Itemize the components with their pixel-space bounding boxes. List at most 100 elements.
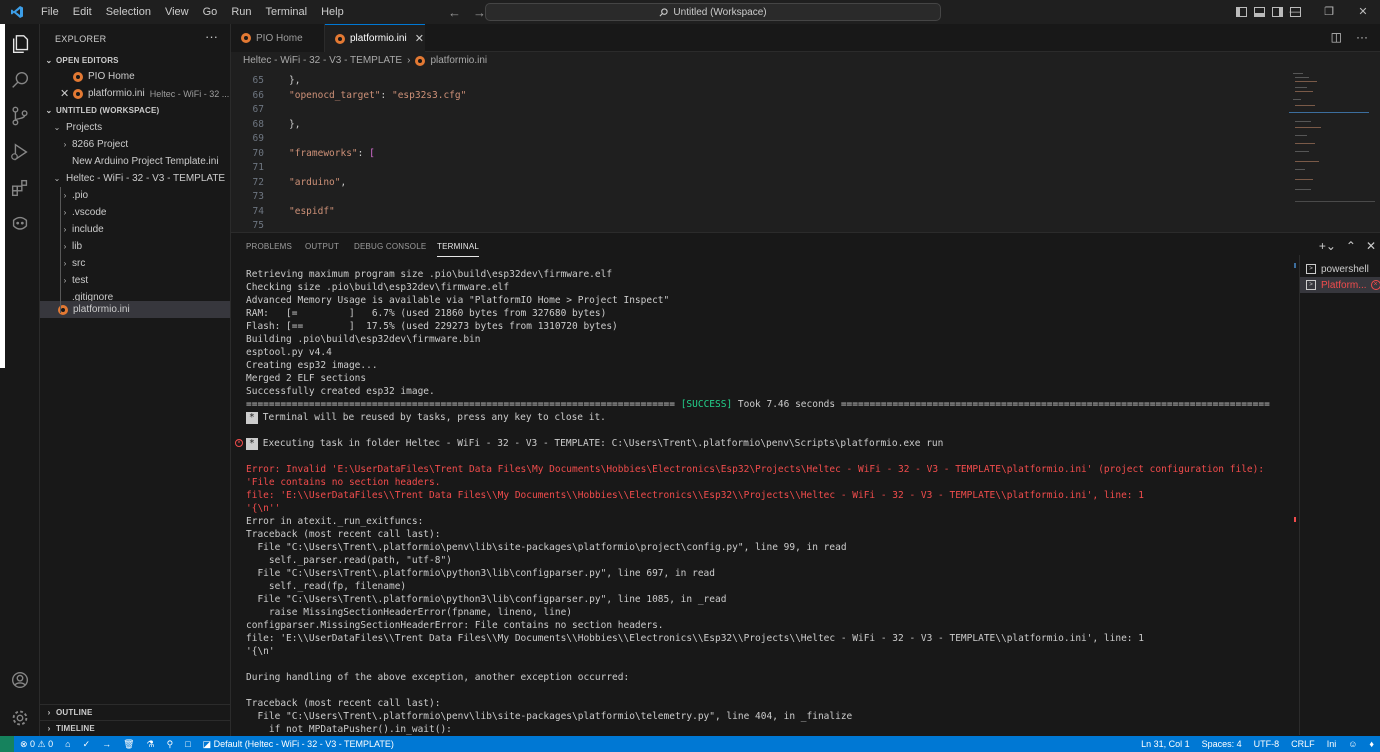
menu-go[interactable]: Go	[196, 0, 225, 24]
json-key: "openocd_target"	[289, 90, 381, 101]
accounts-icon[interactable]	[0, 662, 40, 698]
menu-file[interactable]: File	[34, 0, 66, 24]
terminal-line: File "C:\Users\Trent\.platformio\penv\li…	[246, 711, 853, 722]
problems-status[interactable]: ⊗ 0 ⚠ 0	[14, 739, 59, 750]
breadcrumb: Heltec - WiFi - 32 - V3 - TEMPLATE › pla…	[231, 52, 1380, 69]
tree-folder-projects[interactable]: ⌄ Projects	[40, 119, 230, 136]
notifications-bell-icon[interactable]: ♦	[1363, 739, 1380, 749]
tab-platformio-ini[interactable]: platformio.ini ✕	[325, 24, 425, 52]
maximize-panel-icon[interactable]: ⌃	[1346, 239, 1356, 253]
close-editor-icon[interactable]: ✕	[60, 87, 73, 100]
terminal-output[interactable]: Retrieving maximum program size .pio\bui…	[246, 266, 1296, 737]
tree-folder-vscode[interactable]: › .vscode	[40, 204, 230, 221]
panel-tab-debug-console[interactable]: DEBUG CONSOLE	[354, 242, 426, 251]
minimize-icon[interactable]: —	[1278, 0, 1312, 24]
remote-indicator-icon[interactable]	[0, 736, 14, 752]
split-editor-icon[interactable]: ◫	[1331, 30, 1342, 44]
pio-build-icon[interactable]: ✓	[77, 739, 97, 750]
terminal-line: Merged 2 ELF sections	[246, 373, 367, 384]
terminal-line: Advanced Memory Usage is available via "…	[246, 295, 670, 306]
tree-folder-heltec[interactable]: ⌄ Heltec - WiFi - 32 - V3 - TEMPLATE	[40, 170, 230, 187]
line-number: 75	[252, 220, 264, 231]
extensions-icon[interactable]	[0, 170, 40, 206]
terminal-line: Successfully created esp32 image.	[246, 386, 435, 397]
tree-folder-lib[interactable]: › lib	[40, 238, 230, 255]
more-actions-icon[interactable]: ···	[1356, 30, 1368, 44]
back-arrow-icon[interactable]: ←	[448, 5, 461, 20]
command-error-decoration-icon[interactable]: ×	[235, 439, 243, 447]
explorer-icon[interactable]	[0, 26, 40, 62]
workspace-header[interactable]: ⌄ UNTITLED (WORKSPACE)	[40, 102, 231, 118]
restore-icon[interactable]: ❐	[1312, 0, 1346, 24]
close-panel-icon[interactable]: ✕	[1366, 239, 1376, 253]
pio-serial-monitor-icon[interactable]: ⚲	[161, 739, 180, 750]
panel-tab-output[interactable]: OUTPUT	[305, 242, 339, 251]
success-prefix: ========================================…	[246, 399, 681, 410]
panel-tab-problems[interactable]: PROBLEMS	[246, 242, 292, 251]
breadcrumb-folder[interactable]: Heltec - WiFi - 32 - V3 - TEMPLATE	[243, 55, 402, 66]
command-center[interactable]: Untitled (Workspace)	[485, 3, 941, 21]
pio-test-icon[interactable]: ⚗	[141, 739, 161, 750]
tree-folder-pio[interactable]: › .pio	[40, 187, 230, 204]
terminal-tab-platformio[interactable]: > Platform... ×	[1300, 277, 1380, 293]
tree-folder-include[interactable]: › include	[40, 221, 230, 238]
minimap[interactable]	[1289, 69, 1375, 209]
toggle-panel-icon[interactable]	[1254, 7, 1265, 17]
chevron-right-icon: ›	[63, 225, 67, 234]
terminal-line: self._read(fp, filename)	[246, 581, 407, 592]
terminal-error-line: Error: Invalid 'E:\UserDataFiles\Trent D…	[246, 464, 1265, 475]
tree-folder-src[interactable]: › src	[40, 255, 230, 272]
json-sep: :	[380, 90, 392, 101]
menu-view[interactable]: View	[158, 0, 196, 24]
language-mode[interactable]: Ini	[1321, 739, 1343, 749]
open-editor-platformio-ini[interactable]: ✕ platformio.ini Heltec - WiFi - 32 ...	[40, 85, 230, 102]
pio-upload-icon[interactable]: →	[96, 739, 117, 749]
pio-env-switcher[interactable]: ◪ Default (Heltec - WiFi - 32 - V3 - TEM…	[197, 739, 400, 750]
menu-terminal[interactable]: Terminal	[259, 0, 315, 24]
vscode-logo-icon	[0, 0, 34, 24]
new-terminal-icon[interactable]: +⌄	[1319, 239, 1336, 253]
tree-folder-8266[interactable]: › 8266 Project	[40, 136, 230, 153]
open-editors-header[interactable]: ⌄ OPEN EDITORS	[40, 52, 231, 68]
code-line: 75	[231, 216, 264, 232]
search-view-icon[interactable]	[0, 62, 40, 98]
more-actions-icon[interactable]: ···	[205, 29, 218, 44]
timeline-header[interactable]: › TIMELINE	[40, 720, 231, 736]
close-window-icon[interactable]: ✕	[1346, 0, 1380, 24]
settings-gear-icon[interactable]	[0, 700, 40, 736]
chevron-right-icon: ›	[407, 55, 411, 66]
tree-file-arduino-template[interactable]: New Arduino Project Template.ini	[40, 153, 230, 170]
tab-pio-home[interactable]: PIO Home	[231, 24, 325, 52]
menu-edit[interactable]: Edit	[66, 0, 99, 24]
tree-file-platformio-ini[interactable]: platformio.ini	[40, 301, 230, 318]
pio-terminal-icon[interactable]: □	[179, 739, 196, 749]
sidebar-title: EXPLORER	[55, 34, 107, 44]
cursor-position[interactable]: Ln 31, Col 1	[1135, 739, 1196, 749]
indentation[interactable]: Spaces: 4	[1196, 739, 1248, 749]
panel-actions: +⌄ ⌃ ✕	[1319, 239, 1376, 253]
tree-folder-test[interactable]: › test	[40, 272, 230, 289]
open-editor-pio-home[interactable]: PIO Home	[40, 68, 230, 85]
menu-help[interactable]: Help	[314, 0, 351, 24]
end-of-line[interactable]: CRLF	[1285, 739, 1321, 749]
panel-tab-terminal[interactable]: TERMINAL	[437, 242, 480, 257]
menu-run[interactable]: Run	[224, 0, 258, 24]
menu-selection[interactable]: Selection	[99, 0, 158, 24]
toggle-primary-sidebar-icon[interactable]	[1236, 7, 1247, 17]
encoding[interactable]: UTF-8	[1248, 739, 1286, 749]
close-tab-icon[interactable]: ✕	[415, 32, 424, 45]
terminal-tab-powershell[interactable]: > powershell	[1300, 261, 1380, 277]
line-number: 71	[252, 162, 264, 173]
feedback-icon[interactable]: ☺	[1342, 739, 1363, 749]
outline-header[interactable]: › OUTLINE	[40, 704, 231, 720]
breadcrumb-file[interactable]: platformio.ini	[430, 55, 487, 66]
run-debug-icon[interactable]	[0, 134, 40, 170]
platformio-icon[interactable]	[0, 206, 40, 242]
status-bar: ⊗ 0 ⚠ 0 ⌂ ✓ → 🗑 ⚗ ⚲ □ ◪ Default (Heltec …	[0, 736, 1380, 752]
code-editor[interactable]: 65 }, 66 "openocd_target": "esp32s3.cfg"…	[231, 69, 1380, 232]
pio-clean-icon[interactable]: 🗑	[117, 739, 140, 750]
terminal-line: if not MPDataPusher().in_wait():	[246, 724, 452, 735]
terminal-line: Retrieving maximum program size .pio\bui…	[246, 269, 613, 280]
source-control-icon[interactable]	[0, 98, 40, 134]
pio-home-icon[interactable]: ⌂	[59, 739, 76, 749]
